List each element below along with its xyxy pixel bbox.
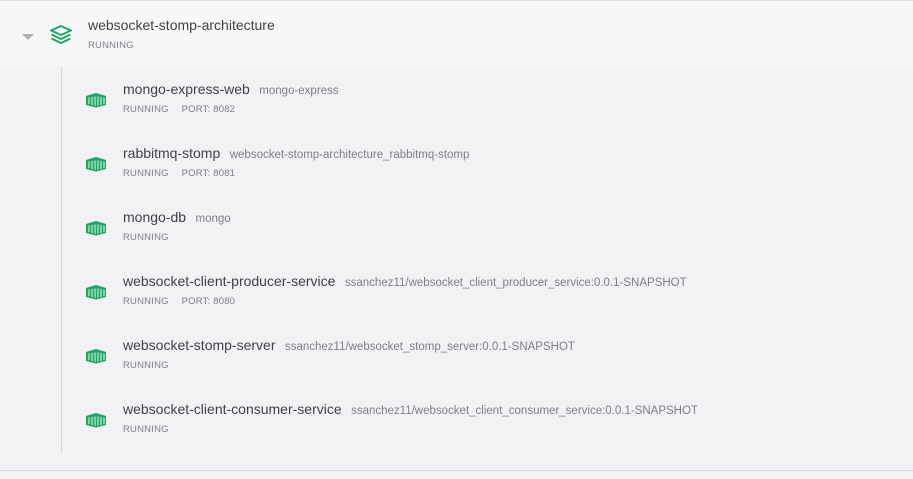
app-name[interactable]: websocket-stomp-architecture [88,17,275,33]
service-image: ssanchez11/websocket_client_consumer_ser… [351,405,698,417]
container-icon [86,349,106,364]
service-image: ssanchez11/websocket_stomp_server:0.0.1-… [284,341,575,353]
app-group-header[interactable]: websocket-stomp-architecture RUNNING [0,1,913,67]
service-name[interactable]: websocket-client-consumer-service [123,401,342,417]
service-image: websocket-stomp-architecture_rabbitmq-st… [229,149,470,161]
bottom-divider [0,470,913,471]
container-icon [86,221,106,236]
service-row-mongo-express-web[interactable]: mongo-express-web mongo-express RUNNING … [0,67,913,131]
service-row-websocket-client-producer-service[interactable]: websocket-client-producer-service ssanch… [0,259,913,323]
stack-icon [50,25,72,44]
service-name[interactable]: websocket-client-producer-service [123,273,335,289]
service-row-rabbitmq-stomp[interactable]: rabbitmq-stomp websocket-stomp-architect… [0,131,913,195]
service-port-label: PORT: 8082 [181,104,236,115]
chevron-down-icon[interactable] [22,34,34,40]
container-list-panel: websocket-stomp-architecture RUNNING mon… [0,0,913,479]
container-icon [86,285,106,300]
container-icon [86,157,106,172]
service-name[interactable]: websocket-stomp-server [123,337,276,353]
service-image: mongo-express [259,85,339,97]
container-icon [86,93,106,108]
service-name[interactable]: mongo-db [123,209,186,225]
service-status-label: RUNNING [123,168,169,179]
service-status-label: RUNNING [123,296,169,307]
service-name[interactable]: rabbitmq-stomp [123,145,220,161]
service-status-label: RUNNING [123,360,169,371]
service-row-mongo-db[interactable]: mongo-db mongo RUNNING [0,195,913,259]
service-image: ssanchez11/websocket_client_producer_ser… [344,277,687,289]
service-image: mongo [195,213,231,225]
service-status-label: RUNNING [123,232,169,243]
service-row-websocket-client-consumer-service[interactable]: websocket-client-consumer-service ssanch… [0,387,913,451]
service-status-label: RUNNING [123,424,169,435]
service-port-label: PORT: 8080 [181,296,236,307]
service-row-websocket-stomp-server[interactable]: websocket-stomp-server ssanchez11/websoc… [0,323,913,387]
container-icon [86,413,106,428]
service-status-label: RUNNING [123,104,169,115]
service-port-label: PORT: 8081 [181,168,236,179]
service-name[interactable]: mongo-express-web [123,81,250,97]
app-status-label: RUNNING [88,40,134,51]
